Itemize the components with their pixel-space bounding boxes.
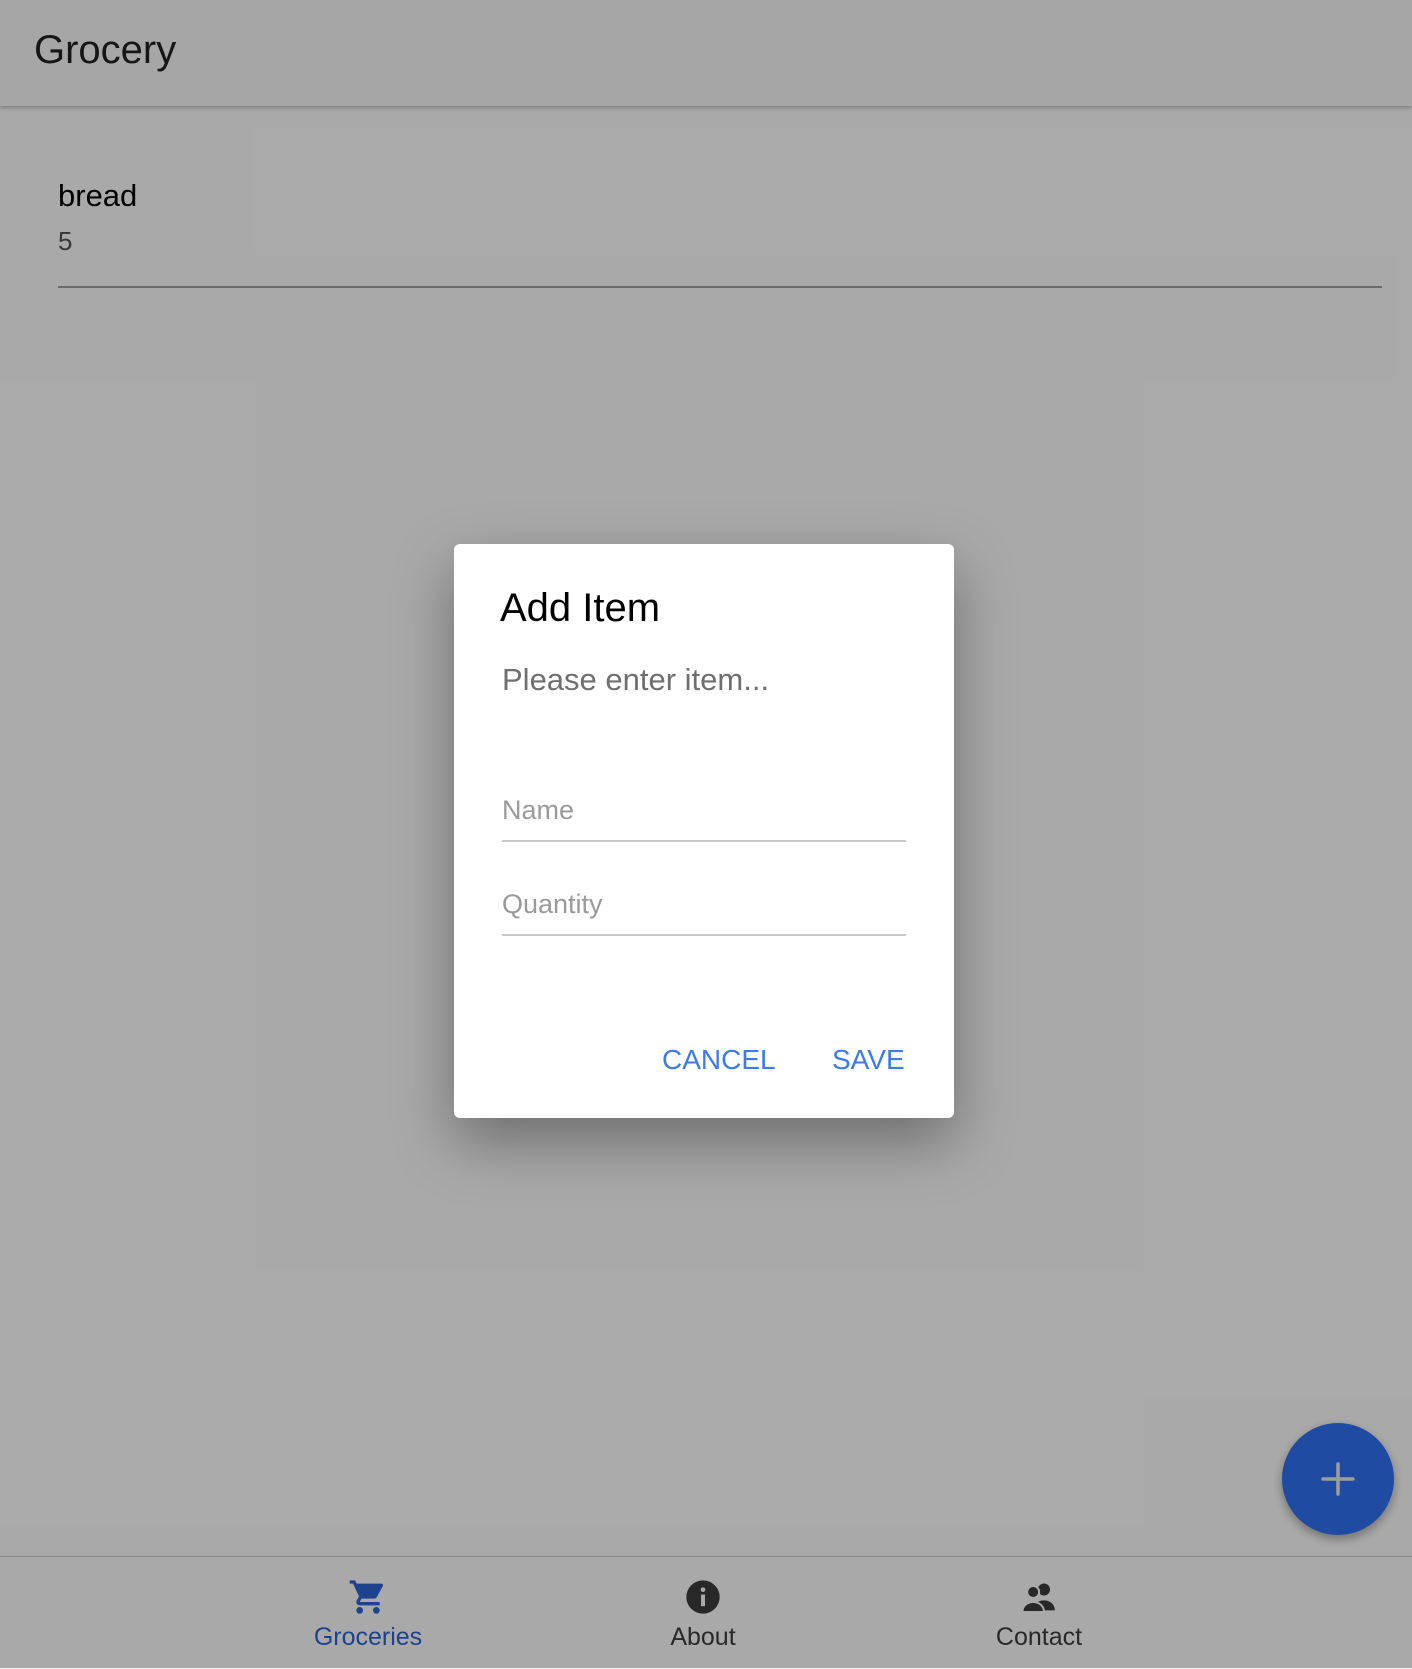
dialog-message: Please enter item...	[502, 662, 770, 697]
dialog-title: Add Item	[500, 586, 661, 630]
save-button[interactable]: SAVE	[832, 1044, 905, 1076]
cancel-button[interactable]: CANCEL	[662, 1044, 776, 1076]
quantity-input[interactable]	[502, 874, 906, 936]
add-item-dialog: Add Item Please enter item... CANCEL SAV…	[454, 544, 954, 1118]
name-input[interactable]	[502, 780, 906, 842]
